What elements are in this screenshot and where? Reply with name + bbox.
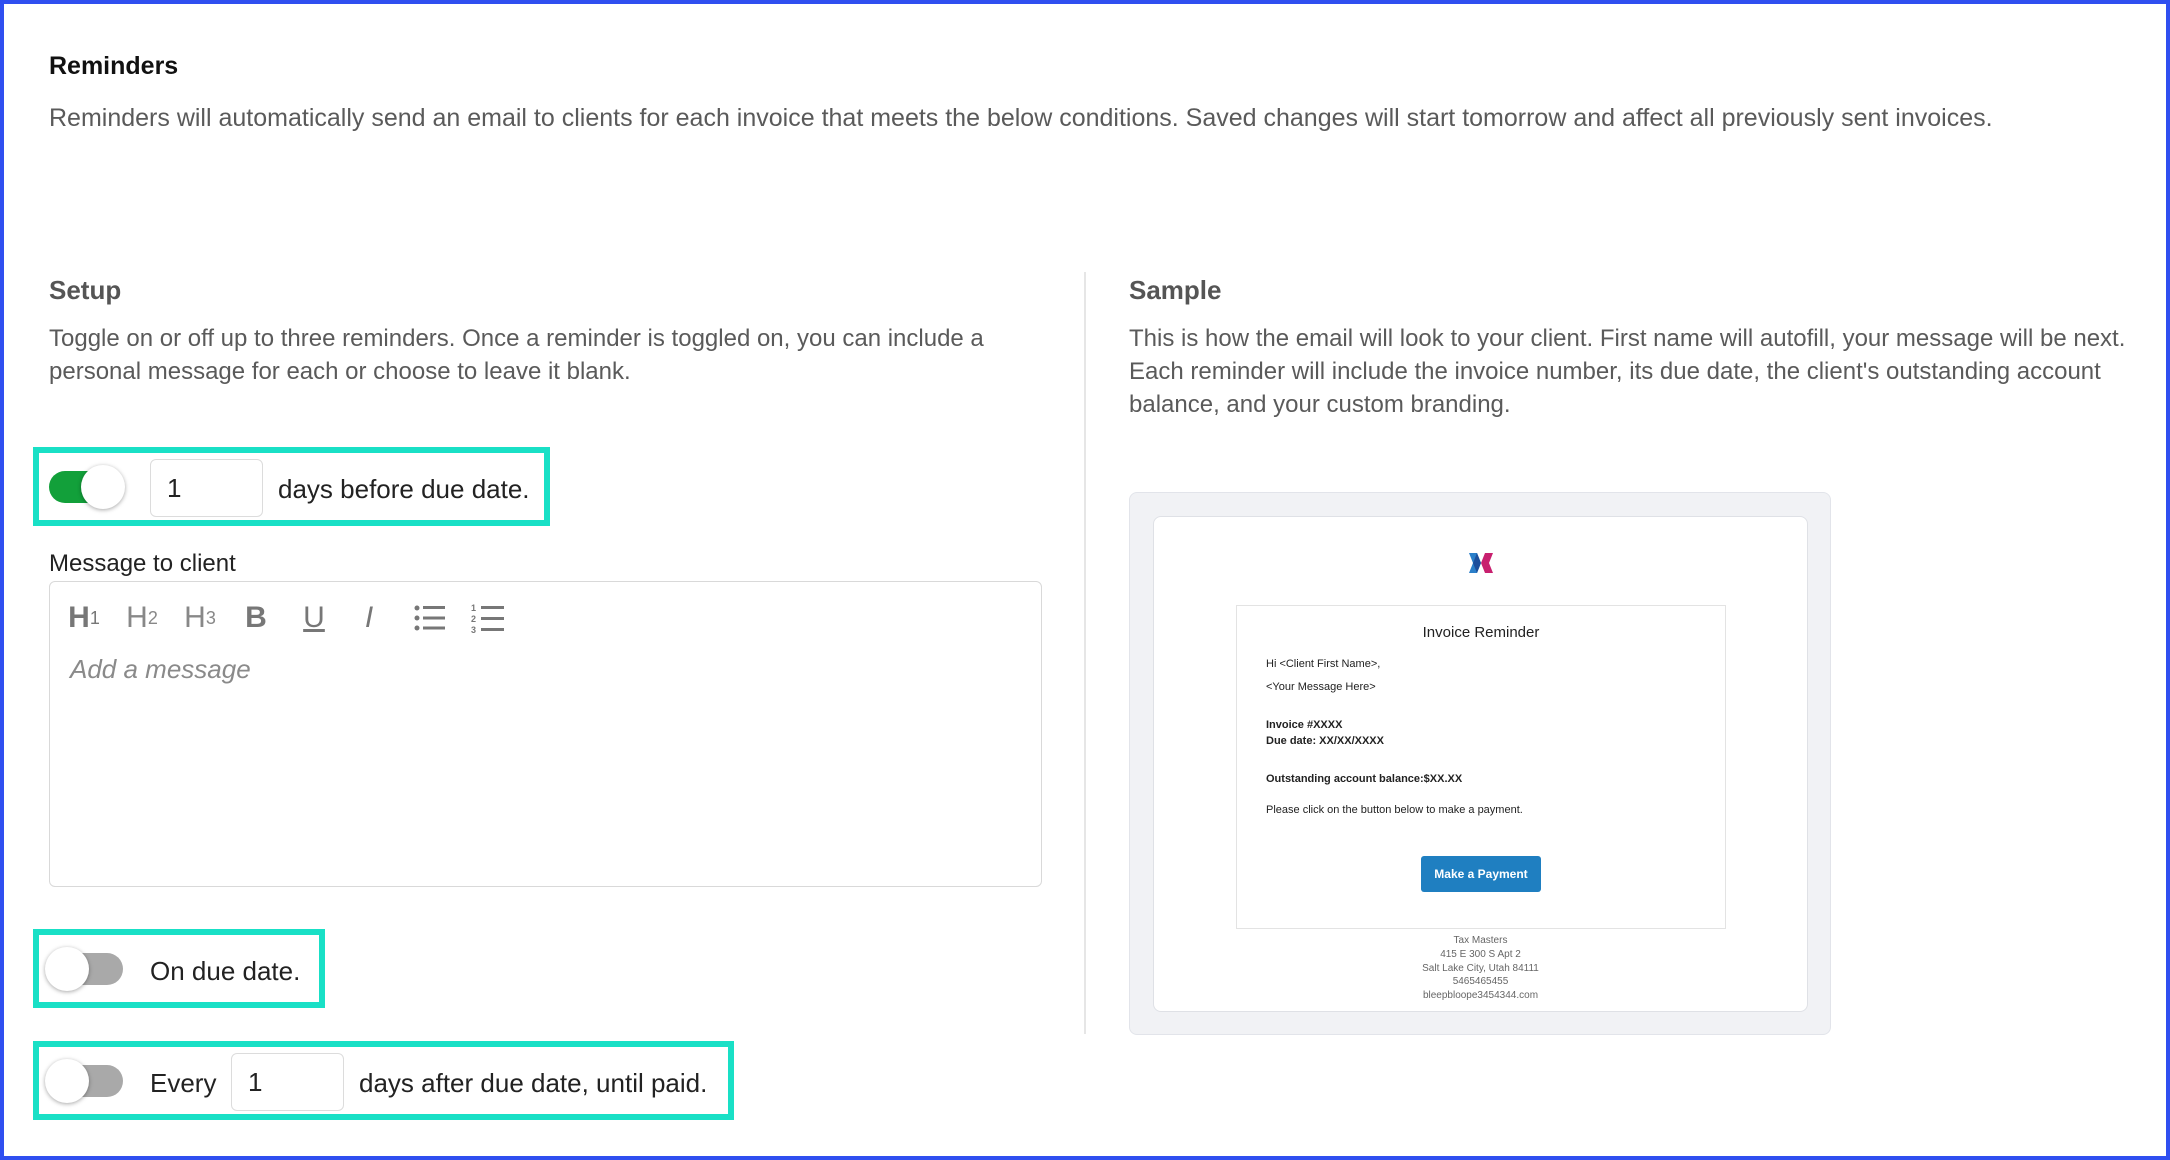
email-title: Invoice Reminder [1422, 624, 1540, 641]
toggle-knob [81, 465, 125, 509]
message-placeholder: Add a message [70, 654, 251, 684]
days-before-input[interactable]: 1 [150, 459, 263, 517]
email-balance: Outstanding account balance:$XX.XX [1266, 773, 1463, 785]
on-due-date-label: On due date. [150, 956, 301, 986]
page-title: Reminders [49, 52, 179, 80]
bulleted-list-button[interactable] [412, 600, 448, 636]
days-after-input[interactable]: 1 [231, 1053, 344, 1111]
svg-text:2: 2 [471, 614, 476, 624]
setup-description: Toggle on or off up to three reminders. … [49, 325, 984, 385]
days-after-label: days after due date, until paid. [359, 1068, 708, 1098]
heading-1-button[interactable]: H1 [64, 600, 104, 636]
email-message: <Your Message Here> [1266, 681, 1376, 693]
days-before-label: days before due date. [278, 474, 530, 504]
numbered-list-icon: 1 2 3 [471, 603, 504, 634]
message-label: Message to client [49, 550, 236, 577]
reminder-after-toggle[interactable] [45, 1059, 123, 1103]
toggle-knob [45, 947, 89, 991]
setup-title: Setup [49, 275, 122, 305]
reminder-before-toggle[interactable] [49, 465, 125, 509]
message-editor[interactable]: H1 H2 H3 B U I 1 2 3 Add a message [49, 581, 1042, 887]
footer-address-1: 415 E 300 S Apt 2 [1440, 949, 1521, 960]
toggle-knob [45, 1059, 89, 1103]
footer-email: bleepbloope3454344.com [1422, 990, 1539, 1001]
email-instruction: Please click on the button below to make… [1266, 804, 1523, 816]
underline-button[interactable]: U [296, 600, 332, 636]
email-due-date: Due date: XX/XX/XXXX [1266, 735, 1384, 747]
email-invoice-number: Invoice #XXXX [1266, 719, 1343, 731]
brand-logo-icon [1469, 553, 1493, 573]
page-description: Reminders will automatically send an ema… [49, 104, 1993, 132]
email-card: Invoice Reminder Hi <Client First Name>,… [1236, 605, 1726, 929]
heading-2-button[interactable]: H2 [122, 600, 162, 636]
footer-phone: 5465465455 [1452, 976, 1509, 987]
email-greeting: Hi <Client First Name>, [1266, 658, 1381, 670]
email-preview-body: Invoice Reminder Hi <Client First Name>,… [1153, 516, 1808, 1012]
bold-button[interactable]: B [238, 600, 274, 636]
bulleted-list-icon [414, 605, 445, 631]
heading-3-button[interactable]: H3 [180, 600, 220, 636]
svg-text:3: 3 [471, 625, 476, 634]
email-preview: Invoice Reminder Hi <Client First Name>,… [1129, 492, 1831, 1035]
numbered-list-button[interactable]: 1 2 3 [470, 600, 506, 636]
italic-button[interactable]: I [354, 600, 384, 636]
sample-title: Sample [1129, 275, 1222, 305]
sample-description: This is how the email will look to your … [1129, 325, 2126, 418]
footer-company: Tax Masters [1453, 935, 1508, 946]
make-payment-button: Make a Payment [1421, 856, 1541, 892]
column-divider [1084, 272, 1086, 1034]
footer-address-2: Salt Lake City, Utah 84111 [1422, 963, 1539, 974]
svg-text:1: 1 [471, 603, 476, 613]
every-label: Every [150, 1068, 217, 1098]
reminder-on-toggle[interactable] [45, 947, 123, 991]
